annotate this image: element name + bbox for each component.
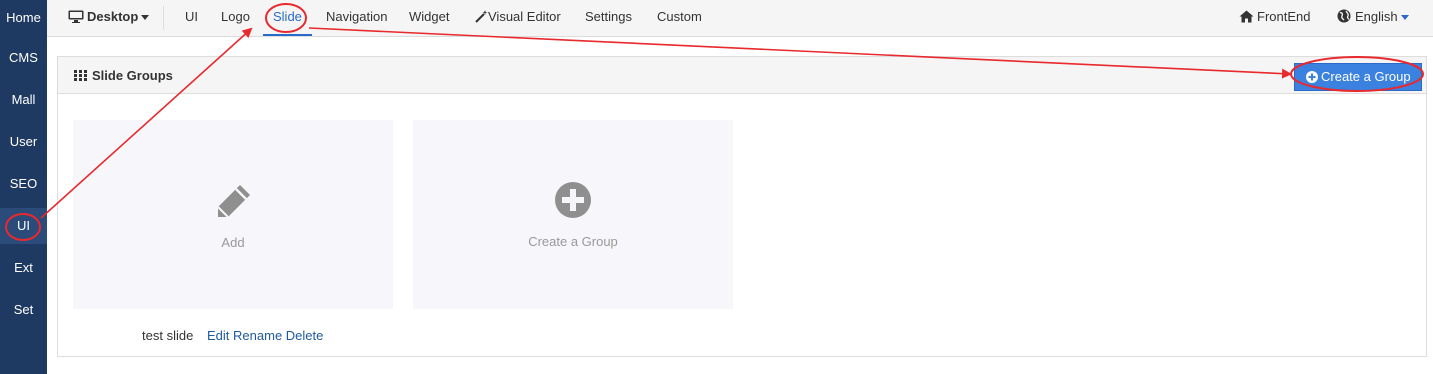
chevron-down-icon (141, 15, 150, 21)
edit-link[interactable]: Edit (207, 328, 229, 343)
plus-circle-icon (1306, 71, 1318, 83)
desktop-label: Desktop (87, 9, 139, 24)
chevron-down-icon (1400, 15, 1409, 21)
slide-groups-panel: Slide Groups Create a Group Add Create a… (57, 56, 1427, 357)
tab-custom[interactable]: Custom (657, 0, 702, 36)
slide-name: test slide (142, 328, 193, 343)
language-dropdown[interactable]: English (1337, 0, 1409, 36)
slide-name-text: test slide (142, 328, 194, 343)
grid-icon (74, 70, 87, 81)
left-sidebar: Home CMS Mall User SEO UI Ext Set (0, 0, 47, 374)
slide-actions: Edit Rename Delete (207, 328, 323, 343)
language-label: English (1355, 9, 1398, 24)
tab-widget[interactable]: Widget (409, 0, 449, 36)
sidebar-item-ui[interactable]: UI (0, 208, 47, 244)
tab-visual-editor[interactable]: Visual Editor (475, 0, 561, 36)
home-icon (1239, 10, 1254, 23)
magic-wand-icon (475, 10, 488, 23)
create-group-button-label: Create a Group (1321, 69, 1411, 84)
tab-navigation[interactable]: Navigation (326, 0, 387, 36)
card-label: Create a Group (528, 234, 618, 249)
sidebar-item-mall[interactable]: Mall (0, 82, 47, 118)
sidebar-item-user[interactable]: User (0, 124, 47, 160)
pencil-icon (217, 185, 250, 218)
desktop-dropdown[interactable]: Desktop (68, 0, 150, 36)
rename-link[interactable]: Rename (233, 328, 282, 343)
delete-link[interactable]: Delete (286, 328, 324, 343)
globe-icon (1337, 9, 1351, 23)
tab-ui[interactable]: UI (185, 0, 198, 36)
sidebar-item-set[interactable]: Set (0, 292, 47, 328)
panel-title: Slide Groups (92, 68, 173, 83)
tab-settings[interactable]: Settings (585, 0, 632, 36)
top-navigation-bar: Desktop UI Logo Slide Navigation Widget … (47, 0, 1433, 37)
visual-editor-label: Visual Editor (488, 9, 561, 24)
tab-slide[interactable]: Slide (263, 0, 312, 36)
sidebar-item-cms[interactable]: CMS (0, 40, 47, 76)
sidebar-item-seo[interactable]: SEO (0, 166, 47, 202)
monitor-icon (68, 10, 84, 23)
sidebar-item-home[interactable]: Home (0, 0, 47, 36)
create-group-button[interactable]: Create a Group (1294, 63, 1422, 91)
nav-divider (163, 6, 164, 30)
create-group-card[interactable]: Create a Group (413, 120, 733, 309)
tab-logo[interactable]: Logo (221, 0, 250, 36)
sidebar-item-ext[interactable]: Ext (0, 250, 47, 286)
plus-circle-icon (555, 182, 591, 218)
panel-header: Slide Groups Create a Group (58, 57, 1426, 94)
card-label: Add (221, 235, 245, 250)
frontend-label: FrontEnd (1257, 9, 1311, 24)
add-slide-card[interactable]: Add (73, 120, 393, 309)
frontend-link[interactable]: FrontEnd (1239, 0, 1310, 36)
